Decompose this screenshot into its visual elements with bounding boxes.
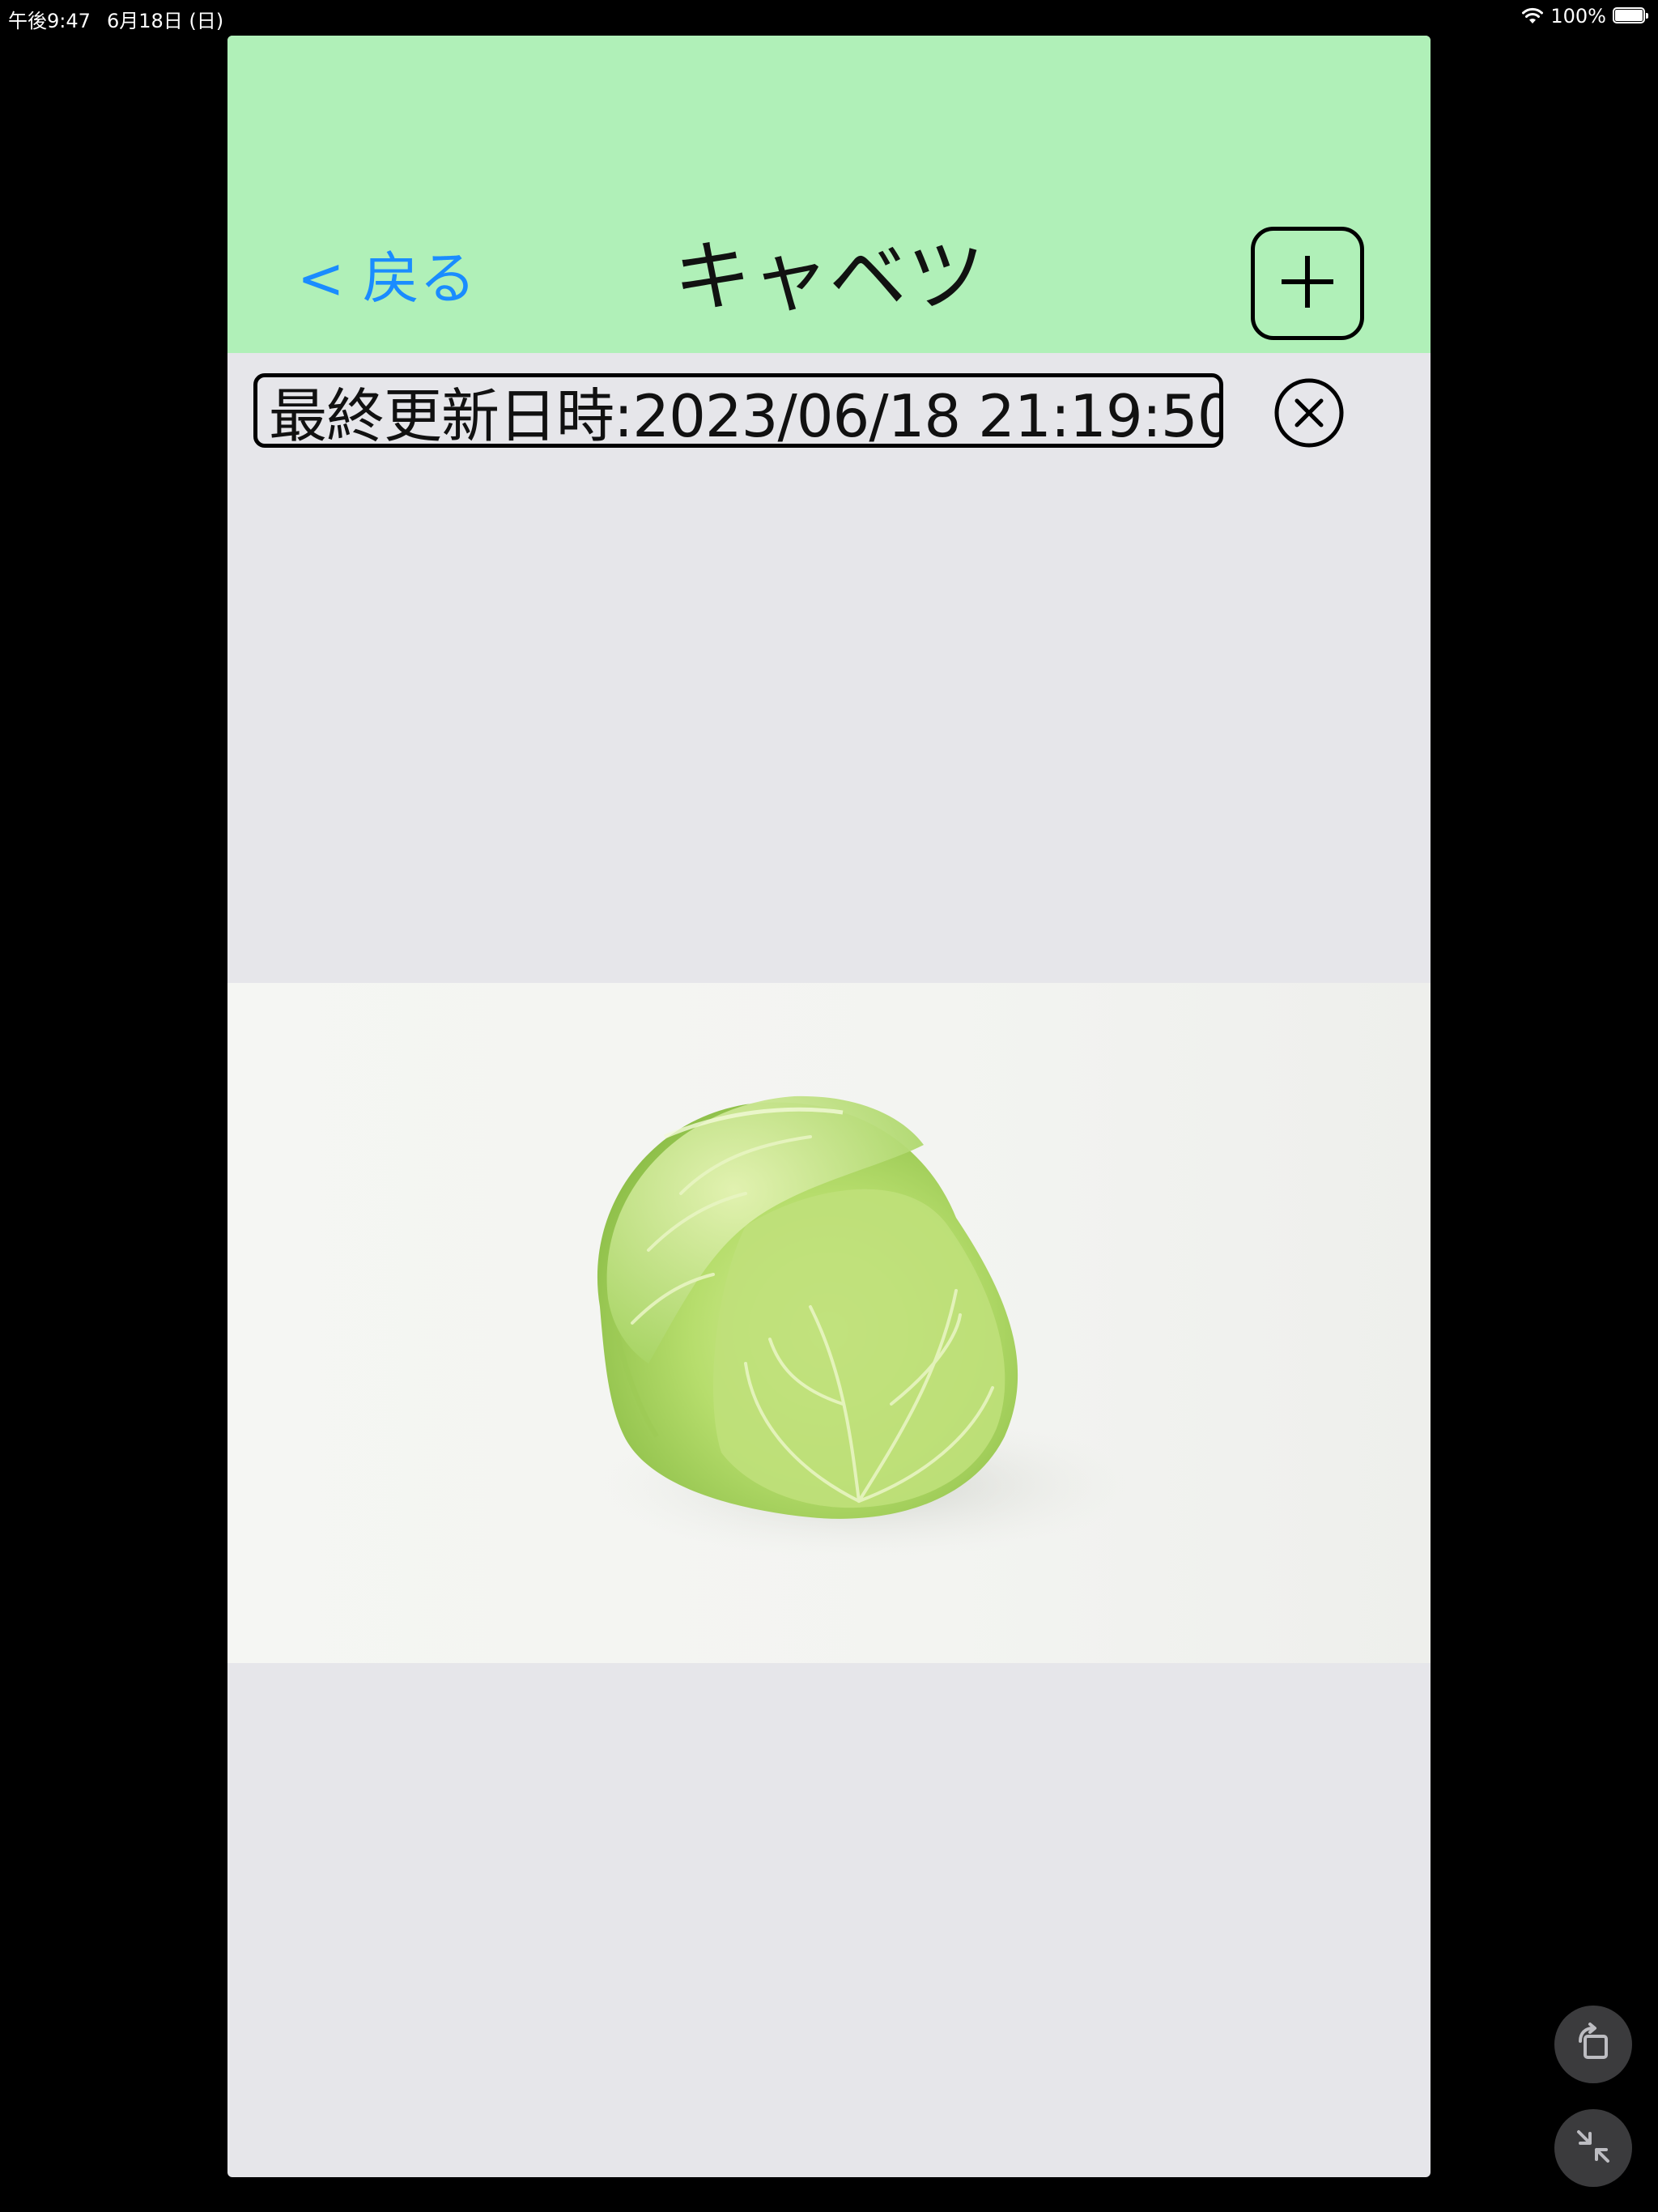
delete-button[interactable]	[1273, 376, 1346, 449]
plus-icon	[1275, 249, 1340, 317]
collapse-button[interactable]	[1554, 2109, 1632, 2187]
add-button[interactable]	[1251, 227, 1364, 340]
rotate-screen-button[interactable]	[1554, 2006, 1632, 2083]
wifi-icon	[1521, 7, 1544, 25]
status-time: 午後9:47	[8, 10, 91, 32]
battery-fill	[1615, 10, 1643, 21]
rotate-screen-icon	[1572, 2022, 1614, 2067]
last-updated-label: 最終更新日時:2023/06/18 21:19:50	[253, 373, 1223, 448]
cabbage-image	[597, 1095, 1134, 1558]
app-window: < 戻る キャベツ 最終更新日時:2023/06/18 21:19:50	[227, 36, 1431, 2177]
battery-icon	[1613, 7, 1650, 25]
battery-percent: 100%	[1550, 5, 1606, 28]
status-date: 6月18日 (日)	[107, 10, 224, 32]
status-right-group: 100%	[1521, 5, 1650, 28]
status-bar: 午後9:47 6月18日 (日) 100%	[0, 0, 1658, 32]
collapse-arrows-icon	[1572, 2125, 1614, 2171]
circle-x-icon	[1273, 378, 1346, 453]
item-photo	[227, 983, 1431, 1663]
nav-bar: < 戻る キャベツ	[227, 36, 1431, 353]
